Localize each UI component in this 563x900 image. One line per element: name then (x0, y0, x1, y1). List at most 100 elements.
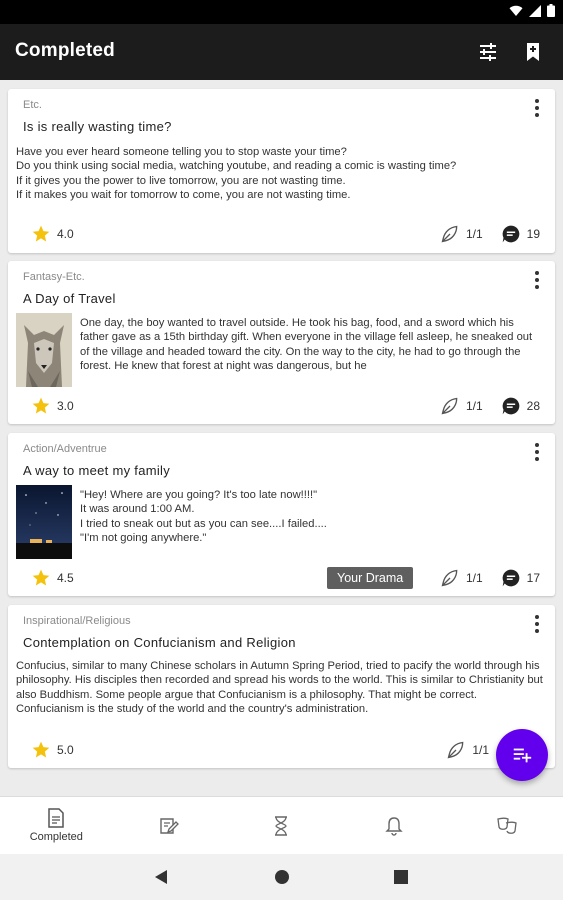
episode-count-value: 1/1 (472, 743, 489, 757)
comment-icon (502, 569, 519, 587)
post-title: A way to meet my family (23, 463, 171, 478)
rating-value: 5.0 (57, 743, 74, 757)
document-icon (48, 808, 65, 828)
post-stats: 1/1 (446, 740, 489, 760)
post-stats: 1/1 17 (440, 568, 540, 588)
post-thumbnail[interactable] (16, 313, 72, 387)
star-icon (32, 225, 50, 242)
post-genre: Action/Adventrue (23, 443, 107, 455)
post-rating: 3.0 (31, 396, 74, 416)
dot-icon (535, 285, 539, 289)
status-bar (0, 0, 563, 24)
more-options-button[interactable] (529, 613, 545, 635)
nav-drama[interactable] (450, 797, 563, 854)
comment-count: 17 (501, 568, 540, 588)
post-excerpt: Confucius, similar to many Chinese schol… (16, 660, 543, 716)
post-excerpt: One day, the boy wanted to travel outsid… (80, 317, 533, 373)
comment-count-value: 19 (526, 227, 540, 241)
nav-label: Completed (29, 831, 83, 843)
system-back-button[interactable] (152, 868, 170, 886)
post-title: Contemplation on Confucianism and Religi… (23, 635, 296, 650)
system-nav-bar (0, 854, 563, 900)
post-card[interactable]: Fantasy-Etc. A Day of Travel One day, th… (8, 261, 555, 424)
post-rating: 4.0 (31, 224, 74, 244)
post-excerpt: Have you ever heard someone telling you … (16, 146, 457, 202)
hourglass-icon (275, 815, 288, 836)
page-title: Completed (15, 40, 115, 61)
bottom-nav: Completed (0, 796, 563, 854)
episode-count-value: 1/1 (465, 227, 483, 241)
more-options-button[interactable] (529, 269, 545, 291)
star-icon (32, 397, 50, 414)
night-sky-photo (16, 485, 72, 559)
tune-icon (480, 43, 496, 61)
post-card[interactable]: Inspirational/Religious Contemplation on… (8, 605, 555, 768)
system-home-button[interactable] (273, 868, 291, 886)
system-recents-button[interactable] (392, 868, 410, 886)
cell-signal-icon (529, 4, 541, 17)
episode-count-value: 1/1 (465, 571, 483, 585)
wolf-photo (16, 313, 72, 387)
dot-icon (535, 106, 539, 110)
post-rating: 4.5 (31, 568, 74, 588)
post-stats: 1/1 28 (440, 396, 540, 416)
back-triangle-icon (155, 870, 167, 884)
playlist-add-icon (513, 748, 532, 763)
home-circle-icon (275, 870, 289, 884)
dot-icon (535, 622, 539, 626)
tooltip: Your Drama (327, 567, 414, 589)
app-bar: Completed (0, 24, 563, 80)
comment-count-value: 28 (526, 399, 540, 413)
bell-icon (385, 816, 403, 836)
more-options-button[interactable] (529, 97, 545, 119)
quill-pen-icon (441, 225, 458, 243)
post-list[interactable]: Etc. Is is really wasting time? Have you… (0, 80, 563, 796)
comment-count: 19 (501, 224, 540, 244)
nav-write[interactable] (113, 797, 226, 854)
episode-count-value: 1/1 (465, 399, 483, 413)
post-title: Is is really wasting time? (23, 119, 172, 134)
post-rating: 5.0 (31, 740, 74, 760)
drama-masks-icon (496, 817, 517, 834)
quill-pen-icon (441, 569, 458, 587)
comment-icon (502, 225, 519, 243)
bookmark-button[interactable] (519, 38, 547, 66)
post-excerpt: "Hey! Where are you going? It's too late… (80, 489, 327, 545)
dot-icon (535, 629, 539, 633)
edit-note-icon (160, 817, 179, 834)
episode-count: 1/1 (440, 568, 483, 588)
more-options-button[interactable] (529, 441, 545, 463)
post-card[interactable]: Action/Adventrue A way to meet my family… (8, 433, 555, 596)
dot-icon (535, 457, 539, 461)
recents-square-icon (394, 870, 408, 884)
comment-icon (502, 397, 519, 415)
post-stats: 1/1 19 (440, 224, 540, 244)
episode-count: 1/1 (446, 740, 489, 760)
dot-icon (535, 443, 539, 447)
rating-value: 4.0 (57, 227, 74, 241)
quill-pen-icon (441, 397, 458, 415)
comment-count-value: 17 (526, 571, 540, 585)
dot-icon (535, 99, 539, 103)
post-card[interactable]: Etc. Is is really wasting time? Have you… (8, 89, 555, 253)
post-title: A Day of Travel (23, 291, 116, 306)
episode-count: 1/1 (440, 396, 483, 416)
nav-completed[interactable]: Completed (0, 797, 113, 854)
nav-notifications[interactable] (338, 797, 451, 854)
post-genre: Inspirational/Religious (23, 615, 131, 627)
episode-count: 1/1 (440, 224, 483, 244)
dot-icon (535, 113, 539, 117)
post-genre: Etc. (23, 99, 42, 111)
star-icon (32, 741, 50, 758)
dot-icon (535, 271, 539, 275)
rating-value: 4.5 (57, 571, 74, 585)
dot-icon (535, 450, 539, 454)
post-genre: Fantasy-Etc. (23, 271, 85, 283)
dot-icon (535, 615, 539, 619)
filter-button[interactable] (474, 38, 502, 66)
add-to-list-fab[interactable] (496, 729, 548, 781)
comment-count: 28 (501, 396, 540, 416)
post-thumbnail[interactable] (16, 485, 72, 559)
status-icons (509, 4, 555, 17)
nav-in-progress[interactable] (225, 797, 338, 854)
